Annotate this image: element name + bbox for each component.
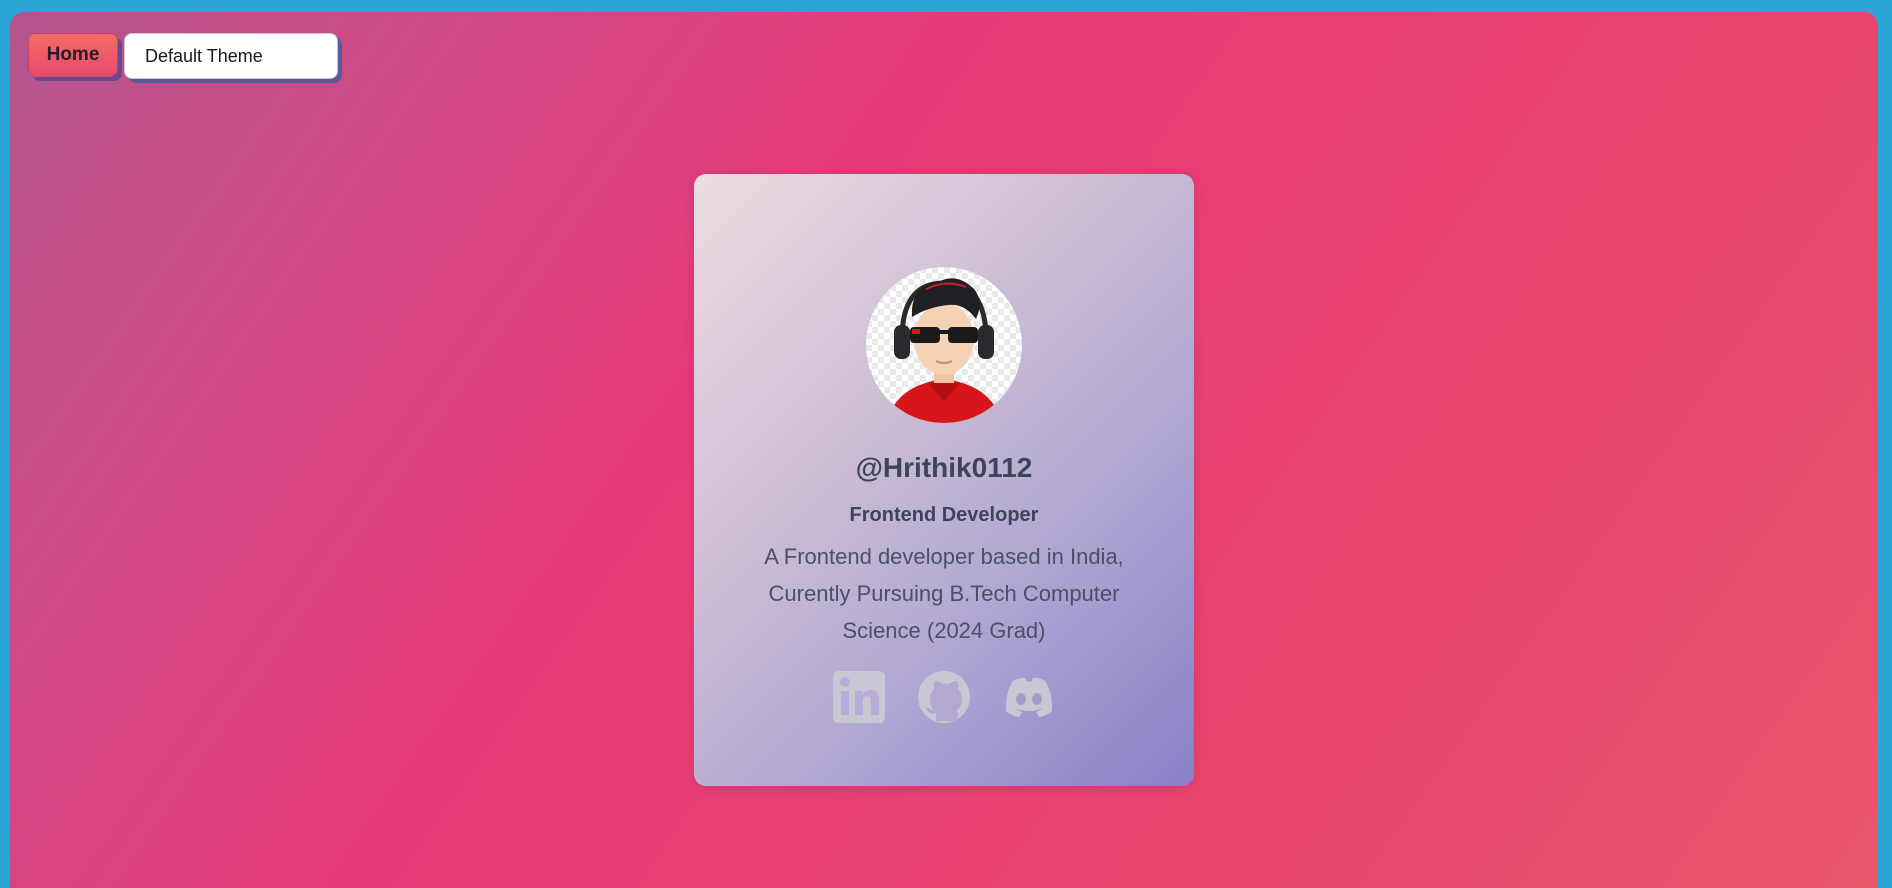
avatar-illustration-icon bbox=[886, 278, 1002, 423]
window-frame: Home Default Theme @Hrithik0112 Frontend… bbox=[0, 0, 1892, 888]
home-button[interactable]: Home bbox=[28, 33, 118, 77]
linkedin-link[interactable] bbox=[831, 669, 887, 725]
github-icon bbox=[918, 671, 970, 723]
discord-icon bbox=[1005, 677, 1053, 717]
social-links bbox=[694, 669, 1194, 725]
profile-role: Frontend Developer bbox=[849, 504, 1039, 526]
theme-select[interactable]: Default Theme bbox=[124, 33, 338, 79]
profile-username: @Hrithik0112 bbox=[855, 452, 1033, 483]
avatar bbox=[866, 267, 1022, 423]
page-background: Home Default Theme @Hrithik0112 Frontend… bbox=[10, 12, 1878, 888]
github-link[interactable] bbox=[916, 669, 972, 725]
profile-bio: A Frontend developer based in India, Cur… bbox=[764, 544, 1124, 643]
discord-link[interactable] bbox=[1001, 669, 1057, 725]
profile-card: @Hrithik0112 Frontend Developer A Fronte… bbox=[694, 174, 1194, 786]
linkedin-icon bbox=[833, 671, 885, 723]
theme-select-value: Default Theme bbox=[145, 45, 263, 66]
